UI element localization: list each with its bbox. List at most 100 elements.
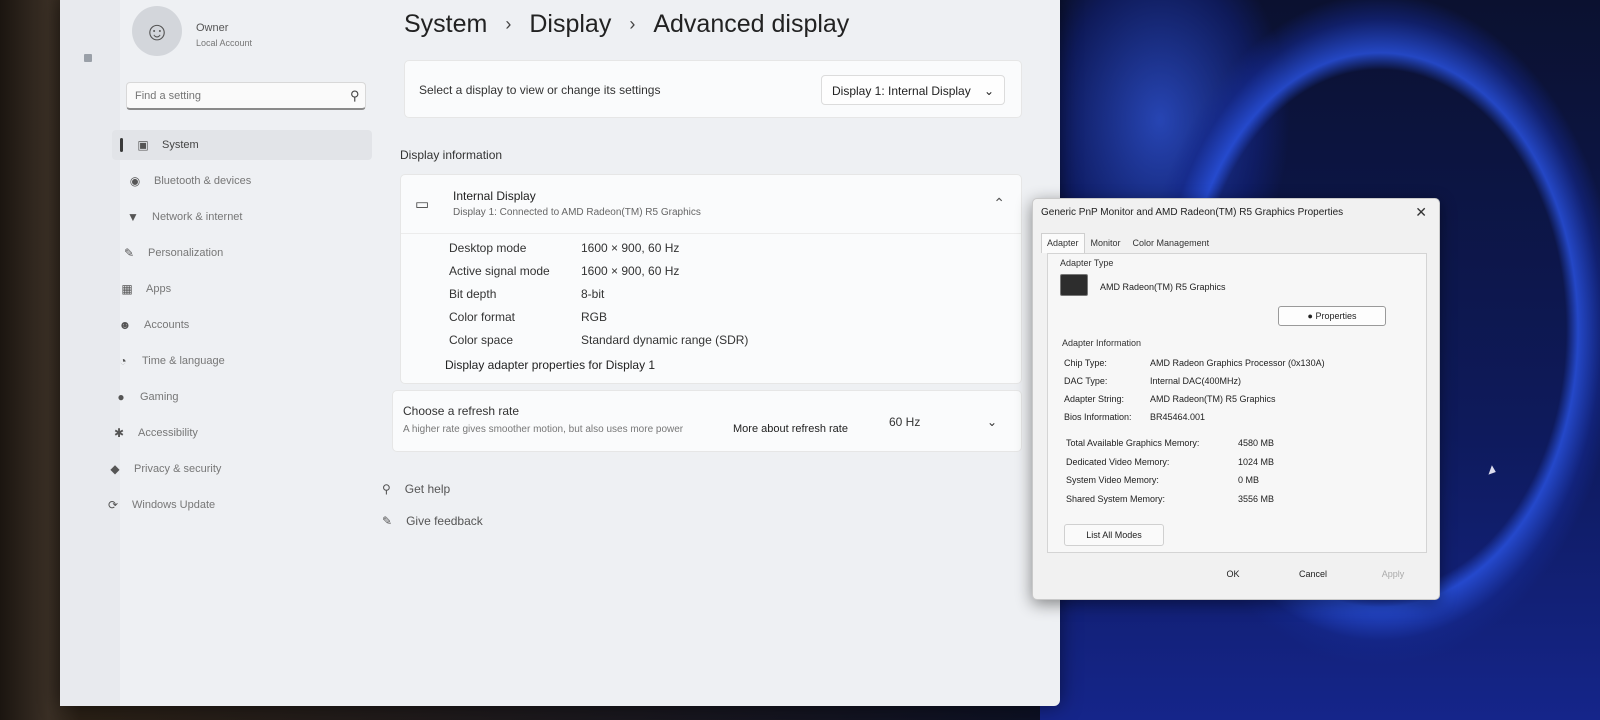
sidebar-item-label: System	[162, 139, 199, 151]
memory-value: 4580 MB	[1238, 438, 1275, 448]
sidebar-nav: ▣ System ◉ Bluetooth & devices ▼ Network…	[108, 130, 372, 526]
refresh-rate-title: Choose a refresh rate	[403, 404, 520, 418]
info-key: Active signal mode	[449, 264, 550, 278]
sidebar-item-privacy[interactable]: ◆ Privacy & security	[110, 454, 372, 484]
sidebar-item-label: Time & language	[142, 355, 225, 367]
person-icon: ☺	[143, 15, 171, 46]
sidebar-item-personalization[interactable]: ✎ Personalization	[112, 238, 372, 268]
ok-button[interactable]: OK	[1203, 569, 1263, 579]
breadcrumb: System › Display › Advanced display	[404, 10, 849, 39]
apps-icon: ▦	[121, 282, 133, 296]
get-help-label: Get help	[404, 482, 451, 496]
get-help-link[interactable]: ⚲ Get help	[382, 482, 450, 496]
window-icon	[84, 54, 92, 62]
info-value: Standard dynamic range (SDR)	[581, 333, 749, 347]
feedback-icon: ✎	[382, 514, 393, 528]
memory-key: System Video Memory:	[1066, 475, 1159, 485]
sidebar-item-bluetooth[interactable]: ◉ Bluetooth & devices	[112, 166, 372, 196]
dialog-tabs: Adapter Monitor Color Management	[1041, 233, 1215, 253]
adapter-info-row: Chip Type: AMD Radeon Graphics Processor …	[1064, 358, 1325, 368]
info-value: 1600 × 900, 60 Hz	[581, 241, 680, 255]
memory-key: Total Available Graphics Memory:	[1066, 438, 1200, 448]
sidebar-item-apps[interactable]: ▦ Apps	[112, 274, 372, 304]
sidebar-item-gaming[interactable]: ● Gaming	[112, 382, 372, 412]
display-adapter-properties-link[interactable]: Display adapter properties for Display 1	[445, 358, 655, 372]
info-row: Desktop mode 1600 × 900, 60 Hz	[449, 241, 748, 264]
search-icon[interactable]: ⚲	[350, 88, 360, 104]
wifi-icon: ▼	[127, 210, 139, 224]
sidebar-item-label: Privacy & security	[134, 463, 222, 475]
info-value: AMD Radeon(TM) R5 Graphics	[1150, 394, 1276, 404]
info-key: Color format	[449, 310, 516, 324]
adapter-type-label: Adapter Type	[1060, 258, 1114, 268]
display-icon: ▣	[137, 138, 149, 152]
display-info-card: ▭ Internal Display Display 1: Connected …	[400, 174, 1022, 384]
sidebar-item-label: Accessibility	[138, 427, 198, 439]
info-key: DAC Type:	[1064, 376, 1108, 386]
sidebar-item-network[interactable]: ▼ Network & internet	[112, 202, 372, 232]
brush-icon: ✎	[123, 246, 135, 260]
chevron-up-icon[interactable]: ⌃	[993, 195, 1005, 212]
info-value: 1600 × 900, 60 Hz	[581, 264, 680, 278]
give-feedback-label: Give feedback	[406, 514, 483, 528]
info-value: 8-bit	[581, 287, 605, 301]
laptop-icon: ▭	[415, 196, 430, 213]
refresh-rate-select[interactable]: 60 Hz ⌄	[883, 409, 1003, 437]
sidebar-item-accessibility[interactable]: ✱ Accessibility	[112, 418, 372, 448]
breadcrumb-system[interactable]: System	[404, 10, 487, 39]
sidebar-item-label: Apps	[146, 283, 172, 295]
cancel-button[interactable]: Cancel	[1283, 569, 1343, 579]
adapter-info-label: Adapter Information	[1062, 338, 1142, 348]
list-all-modes-button[interactable]: List All Modes	[1064, 524, 1164, 546]
sidebar-item-label: Windows Update	[132, 499, 216, 511]
shield-icon: ◆	[110, 462, 120, 476]
sidebar-item-label: Accounts	[144, 319, 190, 331]
accessibility-icon: ✱	[113, 426, 125, 440]
info-value: AMD Radeon Graphics Processor (0x130A)	[1150, 358, 1325, 368]
info-value: Internal DAC(400MHz)	[1150, 376, 1242, 386]
search-input[interactable]	[126, 82, 366, 110]
chevron-down-icon: ⌄	[983, 84, 994, 98]
person-icon: ☻	[118, 318, 132, 332]
info-row: Active signal mode 1600 × 900, 60 Hz	[449, 264, 748, 287]
give-feedback-link[interactable]: ✎ Give feedback	[382, 514, 483, 528]
tab-adapter[interactable]: Adapter	[1041, 233, 1085, 253]
memory-key: Shared System Memory:	[1066, 494, 1166, 504]
more-about-refresh-link[interactable]: More about refresh rate	[733, 423, 848, 435]
tab-monitor[interactable]: Monitor	[1085, 233, 1127, 253]
refresh-rate-description: A higher rate gives smoother motion, but…	[403, 424, 684, 435]
sidebar-item-time-language[interactable]: ◔ Time & language	[112, 346, 372, 376]
properties-button-label: Properties	[1315, 311, 1357, 321]
adapter-properties-dialog: Generic PnP Monitor and AMD Radeon(TM) R…	[1032, 198, 1440, 600]
sidebar-item-system[interactable]: ▣ System	[112, 130, 372, 160]
chevron-right-icon: ›	[505, 14, 512, 34]
avatar[interactable]: ☺	[132, 6, 182, 56]
page-title: Advanced display	[653, 10, 850, 38]
properties-button[interactable]: ● Properties	[1278, 306, 1386, 326]
tab-color-management[interactable]: Color Management	[1127, 233, 1216, 253]
window-edge	[60, 0, 120, 706]
info-value: RGB	[581, 310, 608, 324]
memory-value: 0 MB	[1238, 475, 1260, 485]
close-icon[interactable]: ✕	[1415, 204, 1427, 221]
dialog-title: Generic PnP Monitor and AMD Radeon(TM) R…	[1041, 207, 1344, 218]
section-title: Display information	[400, 148, 503, 162]
display-select[interactable]: Display 1: Internal Display ⌄	[821, 75, 1005, 105]
apply-button[interactable]: Apply	[1363, 569, 1423, 579]
memory-row: Dedicated Video Memory: 1024 MB	[1066, 457, 1274, 467]
info-value: BR45464.001	[1150, 412, 1206, 422]
chevron-right-icon: ›	[629, 14, 636, 34]
memory-row: Total Available Graphics Memory: 4580 MB	[1066, 438, 1274, 448]
info-key: Bit depth	[449, 287, 497, 301]
breadcrumb-display[interactable]: Display	[529, 10, 611, 39]
sidebar-item-windows-update[interactable]: ⟳ Windows Update	[108, 490, 372, 520]
sidebar-item-label: Bluetooth & devices	[154, 175, 252, 187]
adapter-name: AMD Radeon(TM) R5 Graphics	[1100, 282, 1226, 292]
memory-row: Shared System Memory: 3556 MB	[1066, 494, 1274, 504]
info-key: Chip Type:	[1064, 358, 1107, 368]
sidebar-item-label: Gaming	[140, 391, 179, 403]
account-name: Owner	[196, 22, 229, 34]
dialog-body: Adapter Type AMD Radeon(TM) R5 Graphics …	[1047, 253, 1427, 553]
sidebar-item-accounts[interactable]: ☻ Accounts	[112, 310, 372, 340]
sidebar-item-label: Network & internet	[152, 211, 243, 223]
